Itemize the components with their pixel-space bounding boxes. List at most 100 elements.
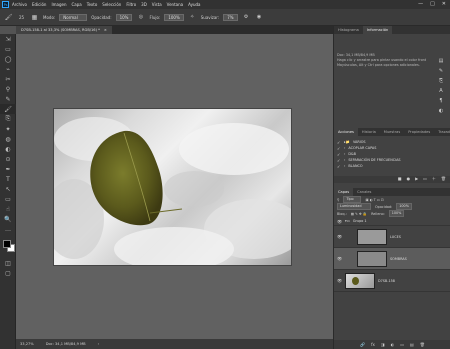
visibility-eye-icon[interactable]: 👁 <box>337 256 342 261</box>
shape-tool-icon[interactable]: ▭ <box>0 194 16 204</box>
tab-propiedades[interactable]: Propiedades <box>404 128 434 136</box>
add-mask-icon[interactable]: ◨ <box>381 342 385 347</box>
visibility-eye-icon[interactable]: 👁 <box>337 219 342 224</box>
blend-mode-select[interactable]: Luminosidad <box>337 203 371 210</box>
layer-background[interactable]: 👁 D7SB-158 <box>334 270 450 292</box>
zoom-tool-icon[interactable]: 🔍 <box>0 214 16 224</box>
airbrush-icon[interactable]: ✧ <box>188 13 197 22</box>
minimize-button[interactable]: — <box>418 1 423 7</box>
tab-canales[interactable]: Canales <box>353 188 375 196</box>
brush-size-icon[interactable]: 25 <box>17 13 26 22</box>
kind-filter-select[interactable]: Tipo <box>343 196 362 203</box>
menu-archivo[interactable]: Archivo <box>12 2 27 7</box>
layer-sombras[interactable]: 👁 SOMBRAS <box>334 248 450 270</box>
delete-layer-icon[interactable]: 🗑 <box>420 342 425 347</box>
menu-filtro[interactable]: Filtro <box>126 2 136 7</box>
close-tab-icon[interactable]: × <box>104 26 107 34</box>
marquee-tool-icon[interactable]: ▭ <box>0 44 16 54</box>
paragraph-panel-icon[interactable]: ¶ <box>439 98 442 104</box>
document-tab[interactable]: D7SB-158-1 al 33,3% (SOMBRAS, RGB/16) * … <box>16 26 112 34</box>
record-icon[interactable]: ● <box>407 176 411 183</box>
eyedropper-tool-icon[interactable]: ⚲ <box>0 84 16 94</box>
action-check-icon[interactable]: ✓ <box>337 158 341 163</box>
move-tool-icon[interactable]: ⇲ <box>0 34 16 44</box>
maximize-button[interactable]: □ <box>430 1 435 7</box>
character-panel-icon[interactable]: A <box>439 88 442 94</box>
color-swatches[interactable] <box>0 238 15 258</box>
pen-tool-icon[interactable]: ✒ <box>0 164 16 174</box>
smooth-field[interactable]: 7% <box>223 13 238 21</box>
fill-field[interactable]: 100% <box>388 210 405 217</box>
layer-style-icon[interactable]: fx <box>371 342 375 347</box>
menu-3d[interactable]: 3D <box>141 2 147 7</box>
opacity-field[interactable]: 10% <box>115 13 133 21</box>
screen-mode-icon[interactable]: ▢ <box>0 268 16 278</box>
new-layer-icon[interactable]: ▤ <box>410 342 414 347</box>
quick-mask-icon[interactable]: ◫ <box>0 258 16 268</box>
menu-ventana[interactable]: Ventana <box>167 2 183 7</box>
stop-icon[interactable]: ■ <box>398 176 402 183</box>
ellipse-tool-icon[interactable]: ◯ <box>0 54 16 64</box>
flow-field[interactable]: 100% <box>164 13 184 21</box>
brush-settings-panel-icon[interactable]: ▤ <box>439 58 444 64</box>
tab-histograma[interactable]: Histograma <box>334 26 363 34</box>
pressure-size-icon[interactable]: ◉ <box>255 13 264 22</box>
menu-texto[interactable]: Texto <box>87 2 98 7</box>
visibility-eye-icon[interactable]: 👁 <box>337 278 342 283</box>
action-check-icon[interactable]: ✓ <box>337 146 341 151</box>
menu-edicion[interactable]: Edición <box>32 2 46 7</box>
link-layers-icon[interactable]: 🔗 <box>360 342 365 347</box>
zoom-level[interactable]: 33,27% <box>20 342 34 346</box>
tab-informacion[interactable]: Información <box>362 26 393 34</box>
play-icon[interactable]: ▶ <box>415 176 418 183</box>
menu-ayuda[interactable]: Ayuda <box>188 2 200 7</box>
clone-stamp-tool-icon[interactable]: ⎘ <box>0 114 16 124</box>
new-action-icon[interactable]: ＋ <box>432 176 436 183</box>
brush-tool-icon[interactable]: 🖌 <box>0 104 16 114</box>
visibility-eye-icon[interactable]: 👁 <box>337 234 342 239</box>
layer-opacity-field[interactable]: 100% <box>396 203 412 210</box>
action-check-icon[interactable]: ✓ <box>337 140 341 145</box>
delete-action-icon[interactable]: 🗑 <box>441 176 446 183</box>
smoothing-settings-icon[interactable]: ⚙ <box>242 13 251 22</box>
lock-icons[interactable]: ▦ ✎ ✥ 🔒 <box>351 212 367 216</box>
tab-historia[interactable]: Historia <box>358 128 380 136</box>
document-image[interactable] <box>53 108 292 266</box>
history-brush-tool-icon[interactable]: ✦ <box>0 124 16 134</box>
clone-source-panel-icon[interactable]: ⎘ <box>439 78 443 84</box>
more-tools-icon[interactable]: … <box>0 224 16 234</box>
tab-acciones[interactable]: Acciones <box>334 128 358 136</box>
dodge-tool-icon[interactable]: ⊙ <box>0 154 16 164</box>
type-tool-icon[interactable]: T <box>0 174 16 184</box>
menu-capa[interactable]: Capa <box>72 2 82 7</box>
healing-tool-icon[interactable]: ✎ <box>0 94 16 104</box>
brush-tool-preset-icon[interactable]: 🖌 <box>4 13 13 22</box>
foreground-color-swatch[interactable] <box>3 240 11 248</box>
tab-trazados[interactable]: Trazados <box>434 128 450 136</box>
gradient-tool-icon[interactable]: ◐ <box>0 144 16 154</box>
crop-tool-icon[interactable]: ✂ <box>0 74 16 84</box>
close-button[interactable]: ✕ <box>442 1 446 7</box>
action-check-icon[interactable]: ✓ <box>337 164 341 169</box>
pressure-opacity-icon[interactable]: ◎ <box>136 13 145 22</box>
mode-select[interactable]: Normal <box>59 13 88 21</box>
menu-vista[interactable]: Vista <box>152 2 162 7</box>
new-group-icon[interactable]: ▭ <box>400 342 404 347</box>
new-set-icon[interactable]: ▭ <box>423 176 427 183</box>
brush-settings-icon[interactable]: ▦ <box>30 13 39 22</box>
filter-icons[interactable]: ▣◐T▭⊡ <box>365 198 384 202</box>
adjustment-layer-icon[interactable]: ◐ <box>391 342 395 347</box>
menu-seleccion[interactable]: Selección <box>102 2 121 7</box>
action-item[interactable]: ✓ › BLANCO <box>334 163 450 169</box>
lasso-tool-icon[interactable]: ⌁ <box>0 64 16 74</box>
adjustments-panel-icon[interactable]: ◐ <box>439 108 443 114</box>
layer-group[interactable]: 👁 ▾▭ Grupo 1 <box>334 217 450 226</box>
layer-luces[interactable]: 👁 LUCES <box>334 226 450 248</box>
path-selection-tool-icon[interactable]: ↖ <box>0 184 16 194</box>
brush-panel-icon[interactable]: ✎ <box>439 68 443 74</box>
tab-capas[interactable]: Capas <box>334 188 354 196</box>
hand-tool-icon[interactable]: ☝ <box>0 204 16 214</box>
eraser-tool-icon[interactable]: ◍ <box>0 134 16 144</box>
action-check-icon[interactable]: ✓ <box>337 152 341 157</box>
menu-imagen[interactable]: Imagen <box>51 2 66 7</box>
